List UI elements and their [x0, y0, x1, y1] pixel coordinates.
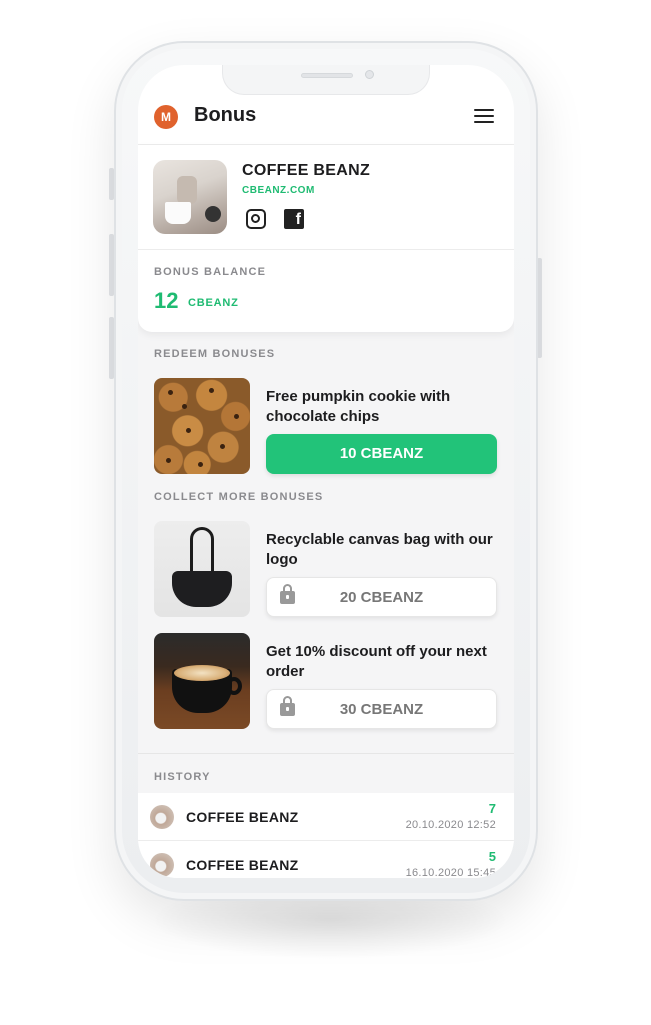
bonus-title-bag: Recyclable canvas bag with our logo	[266, 531, 493, 568]
history-shop-name: COFFEE BEANZ	[186, 809, 299, 825]
divider	[138, 753, 514, 754]
instagram-icon[interactable]	[246, 209, 266, 229]
history-date: 20.10.2020 12:52	[405, 819, 496, 831]
speaker	[301, 73, 353, 78]
front-camera	[365, 70, 374, 79]
locked-discount-button[interactable]: 30 CBEANZ	[266, 689, 497, 729]
coffee-cup-image	[154, 633, 250, 729]
page-title: Bonus	[194, 104, 257, 126]
shop-name: COFFEE BEANZ	[242, 162, 371, 179]
redeem-section-label: REDEEM BONUSES	[154, 348, 276, 360]
history-date: 16.10.2020 15:45	[405, 867, 496, 878]
shop-profile-card: COFFEE BEANZ CBEANZ.COM f BONUS BALANCE …	[138, 145, 514, 332]
facebook-icon[interactable]: f	[284, 209, 304, 229]
bonus-title-discount: Get 10% discount off your next order	[266, 643, 487, 680]
history-points: 5	[488, 849, 496, 864]
lock-icon	[280, 696, 295, 716]
history-row[interactable]: COFFEE BEANZ 5 16.10.2020 15:45	[138, 841, 514, 878]
divider	[138, 249, 514, 250]
history-row[interactable]: COFFEE BEANZ 7 20.10.2020 12:52	[138, 793, 514, 841]
cookie-image	[154, 378, 250, 474]
history-points: 7	[488, 801, 496, 816]
locked-discount-cost: 30 CBEANZ	[339, 701, 424, 718]
balance-label: BONUS BALANCE	[154, 266, 267, 278]
history-section-label: HISTORY	[154, 771, 211, 783]
bonus-title-cookie: Free pumpkin cookie with chocolate chips	[266, 388, 451, 425]
collect-section-label: COLLECT MORE BONUSES	[154, 491, 324, 503]
shop-url-link[interactable]: CBEANZ.COM	[242, 185, 315, 196]
lock-icon	[280, 584, 295, 604]
locked-bag-button[interactable]: 20 CBEANZ	[266, 577, 497, 617]
balance-value: 12	[154, 288, 179, 313]
avatar	[150, 853, 174, 877]
shop-photo	[153, 160, 227, 234]
app-logo-icon: M	[154, 105, 178, 129]
avatar	[150, 805, 174, 829]
hamburger-menu-icon[interactable]	[474, 109, 494, 125]
history-shop-name: COFFEE BEANZ	[186, 857, 299, 873]
canvas-bag-image	[154, 521, 250, 617]
phone-screen: M Bonus COFFEE BEANZ CBEANZ.COM f BONUS …	[138, 65, 514, 878]
balance-unit: CBEANZ	[188, 297, 239, 309]
redeem-cookie-button[interactable]: 10 CBEANZ	[266, 434, 497, 474]
locked-bag-cost: 20 CBEANZ	[339, 589, 424, 606]
notch	[222, 65, 430, 95]
